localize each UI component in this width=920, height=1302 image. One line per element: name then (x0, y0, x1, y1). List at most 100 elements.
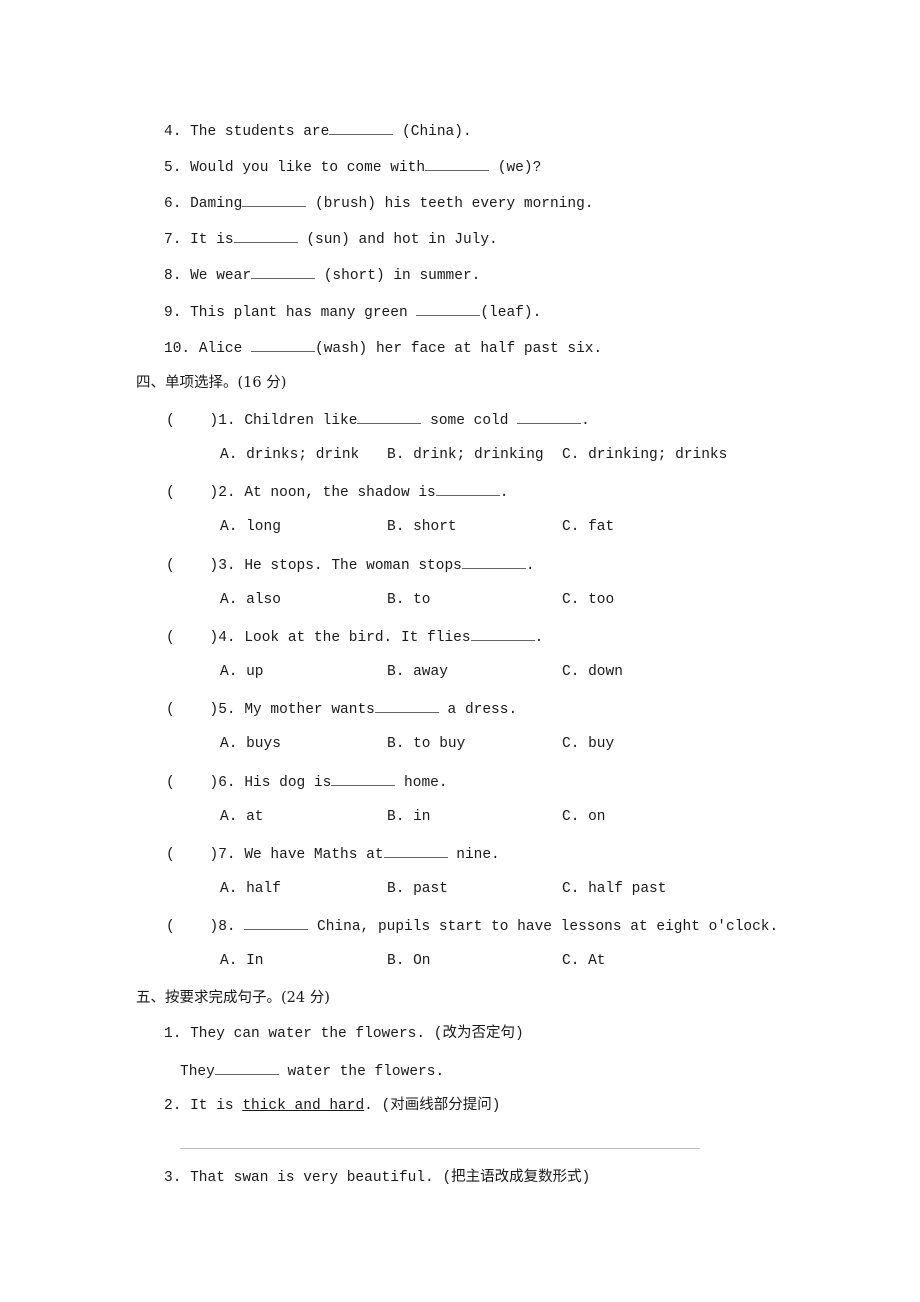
answer-line[interactable] (180, 1148, 700, 1149)
item-number: 7. (164, 232, 182, 248)
fill-item-10: 10. Alice (wash) her face at half past s… (164, 337, 602, 359)
question-stem: some cold (421, 413, 518, 429)
item-hint: (wash) her face at half past six. (315, 341, 603, 357)
mc-question-6: ( )6. His dog is home. (166, 771, 448, 793)
blank (374, 698, 439, 713)
fill-item-4: 4. The students are (China). (164, 120, 472, 142)
answer-text: water the flowers. (278, 1064, 445, 1080)
option-b: B. On (387, 953, 431, 969)
item-number: 9. (164, 305, 182, 321)
question-stem: )6. His dog is (209, 775, 332, 791)
item-text: Daming (190, 196, 243, 212)
answer-paren[interactable]: ( (166, 558, 175, 574)
item-text: Would you like to come with (190, 160, 426, 176)
item-hint: (China). (393, 124, 472, 140)
option-a: A. at (220, 809, 264, 825)
mc-question-7: ( )7. We have Maths at nine. (166, 843, 500, 865)
mc-question-8: ( )8. China, pupils start to have lesson… (166, 915, 778, 937)
item-hint: (leaf). (480, 305, 542, 321)
item-hint: (brush) his teeth every morning. (306, 196, 594, 212)
fill-item-7: 7. It is (sun) and hot in July. (164, 228, 498, 250)
option-b: B. in (387, 809, 431, 825)
blank[interactable] (242, 192, 307, 207)
option-b: B. away (387, 664, 448, 680)
option-b: B. drink; drinking (387, 447, 544, 463)
answer-paren[interactable]: ( (166, 702, 175, 718)
fill-item-8: 8. We wear (short) in summer. (164, 264, 480, 286)
item-hint: (short) in summer. (315, 268, 481, 284)
blank[interactable] (416, 301, 481, 316)
transform-question-1: 1. They can water the flowers. (改为否定句) (164, 1026, 524, 1042)
answer-paren[interactable]: ( (166, 630, 175, 646)
option-a: A. drinks; drink (220, 447, 360, 463)
question-stem: )2. At noon, the shadow is (209, 485, 436, 501)
blank[interactable] (329, 120, 394, 135)
question-stem: . (534, 630, 544, 646)
option-c: C. buy (562, 736, 615, 752)
mc-question-3: ( )3. He stops. The woman stops. (166, 554, 535, 576)
fill-item-5: 5. Would you like to come with (we)? (164, 156, 541, 178)
option-a: A. buys (220, 736, 281, 752)
item-text: The students are (190, 124, 330, 140)
blank (461, 554, 526, 569)
question-stem: )5. My mother wants (209, 702, 375, 718)
question-text: 2. It is (164, 1098, 243, 1114)
option-c: C. on (562, 809, 606, 825)
item-text: We wear (190, 268, 252, 284)
question-stem: . (525, 558, 535, 574)
option-b: B. to (387, 592, 431, 608)
question-stem: China, pupils start to have lessons at e… (308, 919, 779, 935)
option-b: B. short (387, 519, 457, 535)
option-c: C. fat (562, 519, 615, 535)
blank[interactable] (233, 228, 298, 243)
fill-item-9: 9. This plant has many green (leaf). (164, 301, 541, 323)
fill-item-6: 6. Daming (brush) his teeth every mornin… (164, 192, 593, 214)
item-text: Alice (198, 341, 252, 357)
option-a: A. half (220, 881, 281, 897)
item-number: 10. (164, 341, 191, 357)
option-b: B. to buy (387, 736, 466, 752)
section-5-title: 五、按要求完成句子。(24 分) (136, 990, 330, 1006)
blank (244, 915, 309, 930)
blank[interactable] (214, 1060, 279, 1075)
question-stem: )4. Look at the bird. It flies (209, 630, 471, 646)
item-number: 4. (164, 124, 182, 140)
item-number: 8. (164, 268, 182, 284)
answer-paren[interactable]: ( (166, 485, 175, 501)
blank (357, 409, 422, 424)
answer-paren[interactable]: ( (166, 919, 175, 935)
answer-paren[interactable]: ( (166, 413, 175, 429)
question-stem: . (499, 485, 509, 501)
option-a: A. In (220, 953, 264, 969)
mc-question-5: ( )5. My mother wants a dress. (166, 698, 517, 720)
option-c: C. too (562, 592, 615, 608)
blank (435, 481, 500, 496)
transform-answer-1: They water the flowers. (180, 1060, 444, 1082)
item-hint: (sun) and hot in July. (297, 232, 498, 248)
transform-question-2: 2. It is thick and hard. (对画线部分提问) (164, 1096, 500, 1116)
option-c: C. down (562, 664, 623, 680)
question-stem: )7. We have Maths at (209, 847, 384, 863)
blank[interactable] (251, 264, 316, 279)
question-stem: a dress. (438, 702, 518, 718)
item-number: 5. (164, 160, 182, 176)
mc-question-2: ( )2. At noon, the shadow is. (166, 481, 508, 503)
item-text: It is (190, 232, 234, 248)
mc-question-1: ( )1. Children like some cold . (166, 409, 590, 431)
item-text: This plant has many green (190, 305, 417, 321)
answer-paren[interactable]: ( (166, 775, 175, 791)
transform-question-3: 3. That swan is very beautiful. (把主语改成复数… (164, 1170, 591, 1186)
question-stem: . (581, 413, 590, 429)
answer-text: They (180, 1064, 215, 1080)
blank[interactable] (251, 337, 316, 352)
question-stem: home. (395, 775, 448, 791)
underlined-text: thick and hard (242, 1098, 365, 1114)
option-a: A. also (220, 592, 281, 608)
blank (470, 626, 535, 641)
blank (331, 771, 396, 786)
blank[interactable] (425, 156, 490, 171)
option-b: B. past (387, 881, 448, 897)
answer-paren[interactable]: ( (166, 847, 175, 863)
option-c: C. drinking; drinks (562, 447, 728, 463)
blank (517, 409, 582, 424)
